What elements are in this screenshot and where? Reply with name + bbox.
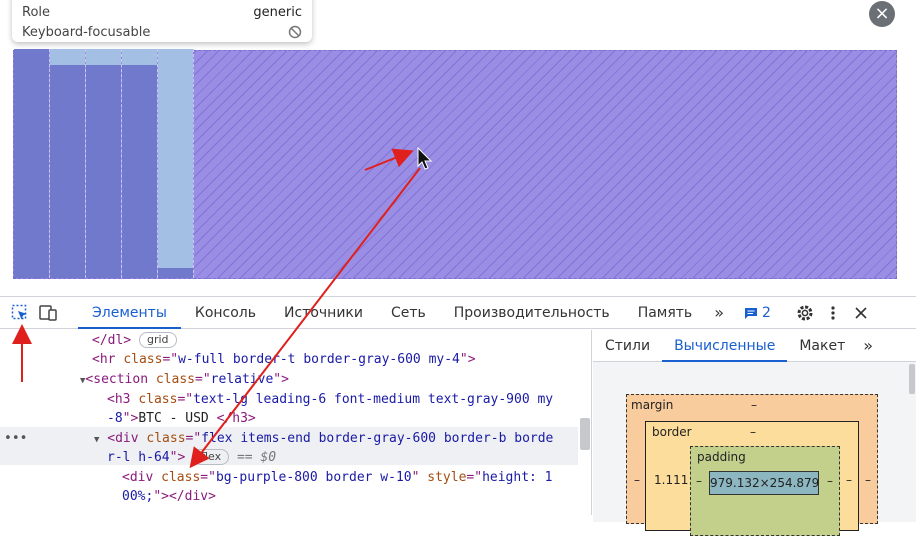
mouse-cursor-icon [417, 146, 433, 170]
annotation-arrow [189, 167, 421, 469]
annotation-arrow [364, 148, 414, 171]
annotation-overlay [11, 146, 433, 469]
